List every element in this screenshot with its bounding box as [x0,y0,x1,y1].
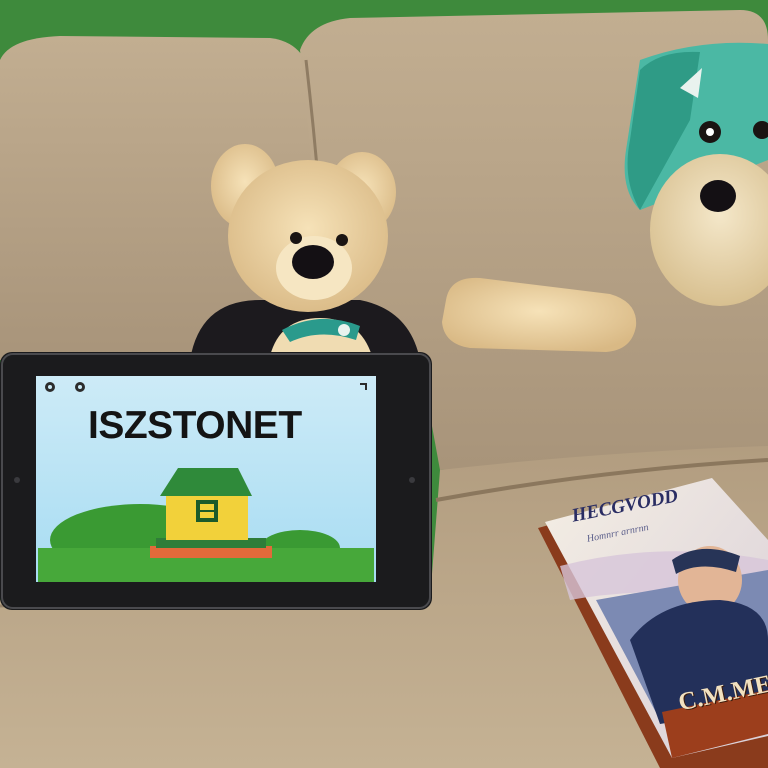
couch-scene [0,0,768,768]
tablet-device[interactable] [0,352,432,610]
tablet-screen-title: ISZSTONET [88,404,302,447]
